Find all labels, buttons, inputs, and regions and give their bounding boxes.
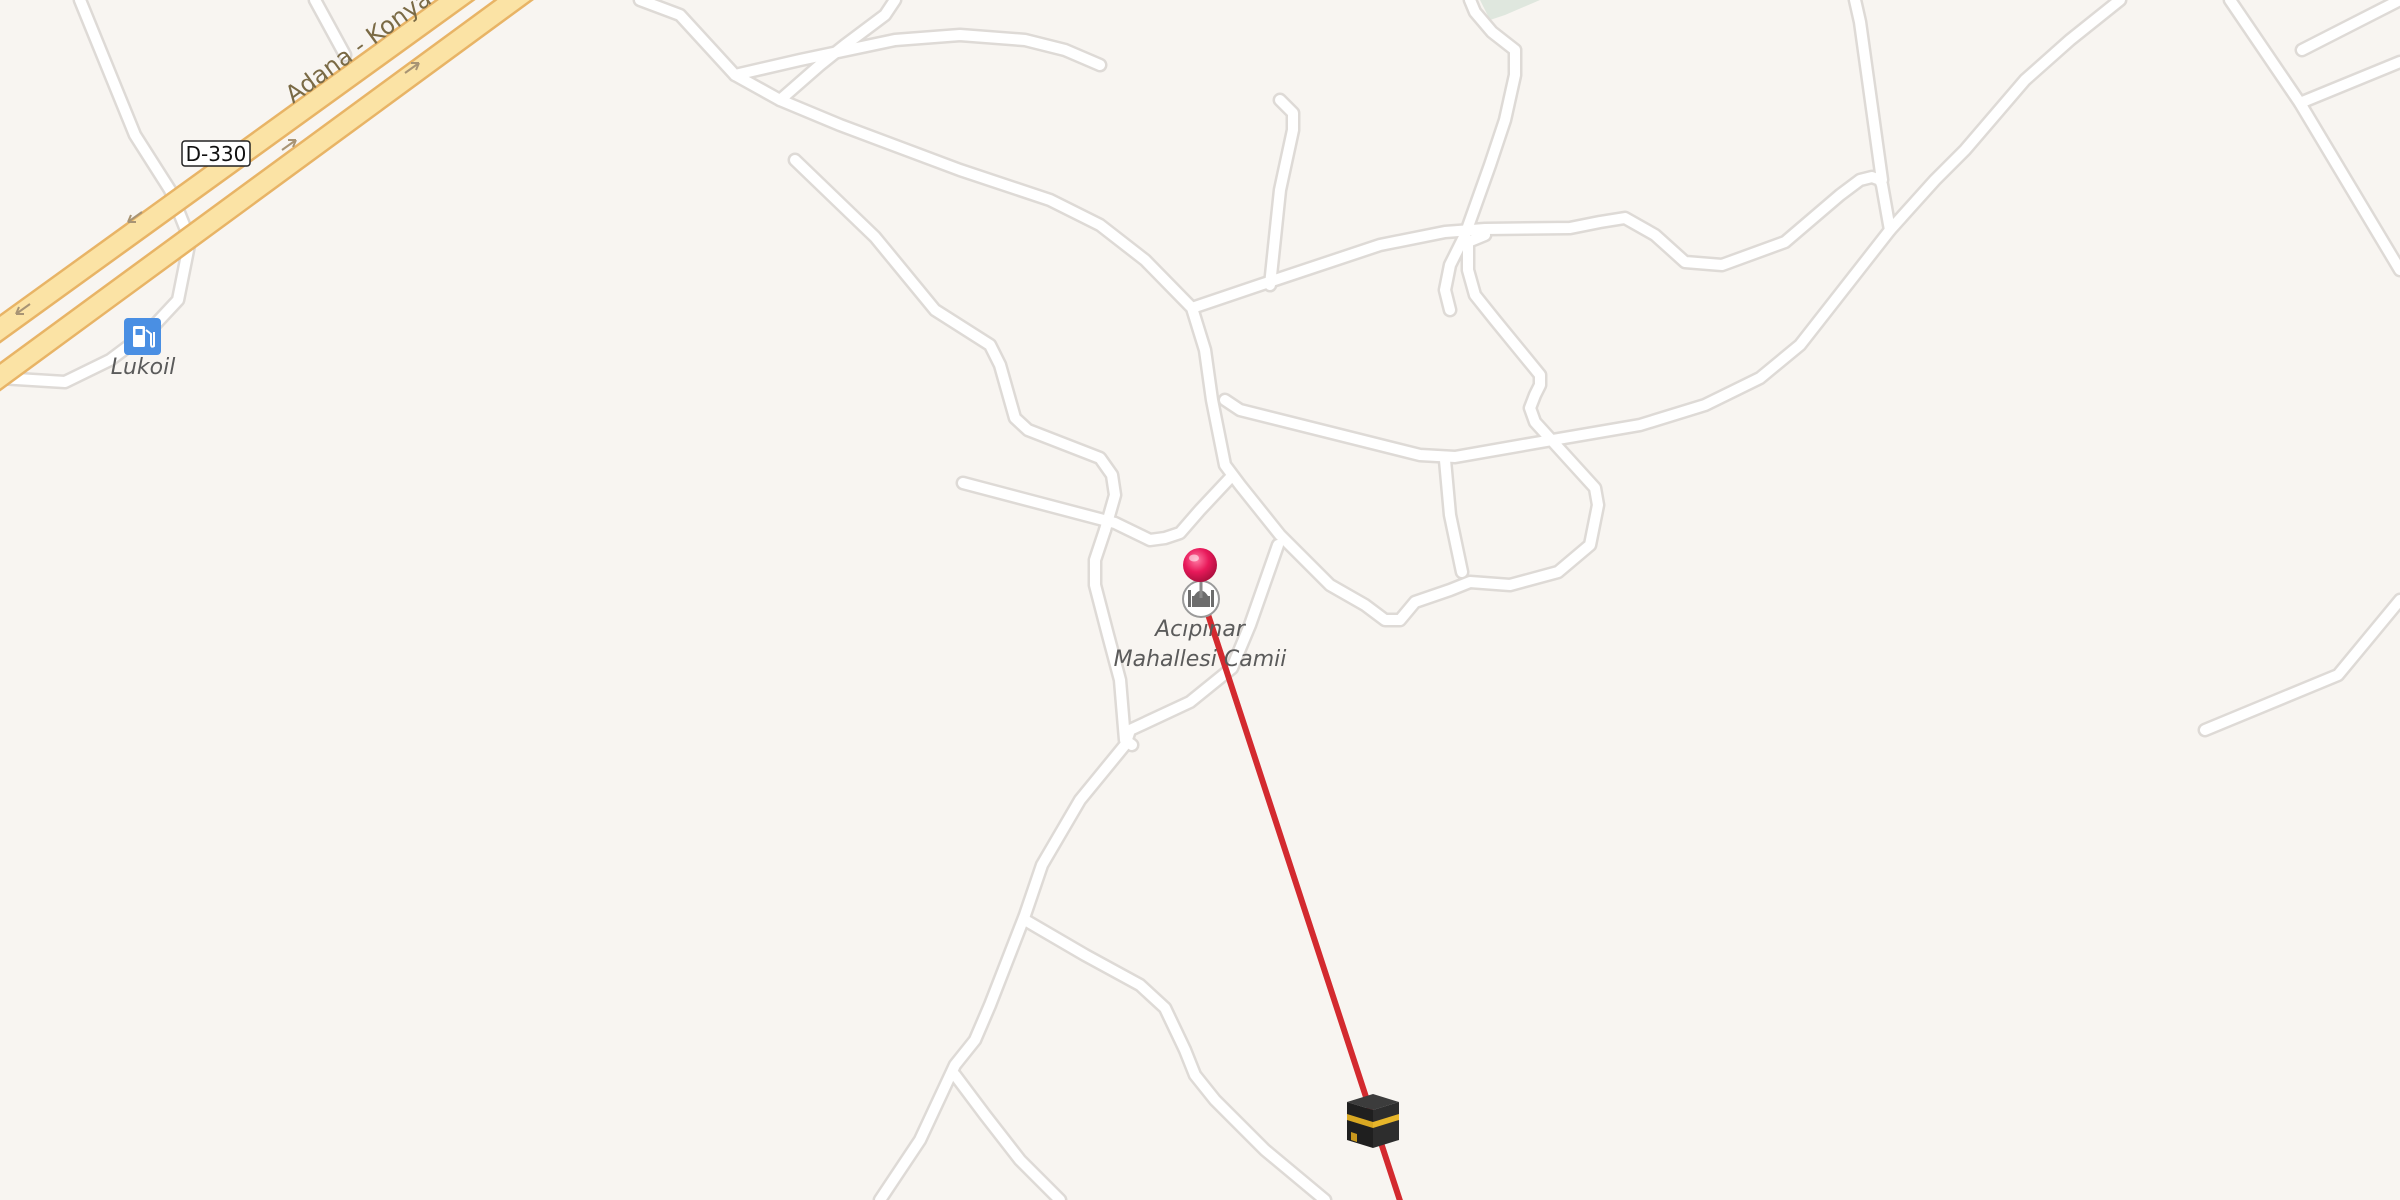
- road-shield-label: D-330: [186, 142, 247, 166]
- poi-mosque-label-line2: Mahallesi Camii: [1114, 647, 1287, 672]
- poi-fuel-label: Lukoil: [111, 355, 176, 380]
- poi-mosque-label-line1: Acıpınar: [1153, 617, 1247, 642]
- highway: Adana - Konya: [0, 0, 534, 392]
- map-canvas[interactable]: Adana - Konya D-330 Lukoil Acıpınar Maha…: [0, 0, 2400, 1200]
- highway-name-label: Adana - Konya: [280, 0, 437, 109]
- road-shield-d330: D-330: [181, 140, 251, 167]
- kaaba-icon[interactable]: [1347, 1094, 1399, 1148]
